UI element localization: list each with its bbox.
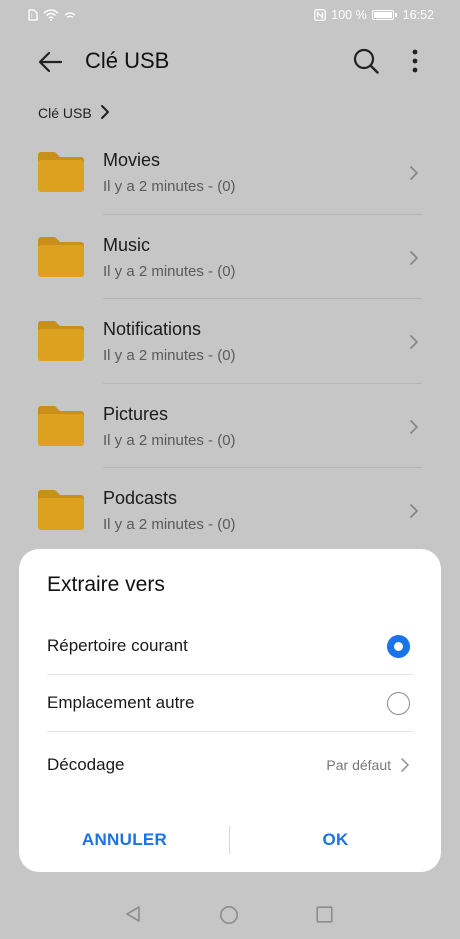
file-meta: Il y a 2 minutes - (0)	[103, 178, 236, 195]
battery-percent: 100 %	[331, 8, 367, 22]
nfc-icon	[314, 9, 327, 21]
back-arrow-icon[interactable]	[36, 48, 64, 76]
chevron-right-icon	[100, 104, 110, 123]
status-left: !	[28, 9, 76, 21]
file-name: Notifications	[103, 319, 202, 339]
option-label: Emplacement autre	[47, 693, 195, 712]
option-other-location[interactable]: Emplacement autre	[19, 676, 441, 733]
list-item[interactable]: Podcasts Il y a 2 minutes - (0)	[0, 468, 460, 553]
cancel-button[interactable]: ANNULER	[19, 821, 230, 859]
chevron-right-icon	[408, 164, 420, 182]
file-meta: Il y a 2 minutes - (0)	[103, 347, 236, 364]
more-vert-icon[interactable]	[404, 47, 426, 75]
list-item[interactable]: Music Il y a 2 minutes - (0)	[0, 215, 460, 299]
dialog-title: Extraire vers	[47, 573, 165, 596]
folder-icon	[36, 236, 86, 278]
decoding-label: Décodage	[47, 755, 125, 774]
chevron-right-icon	[408, 249, 420, 267]
file-name: Music	[103, 234, 151, 255]
sim-icon: !	[28, 9, 38, 21]
chevron-right-icon	[408, 502, 420, 520]
decoding-value: Par défaut	[326, 757, 391, 773]
option-label: Répertoire courant	[47, 636, 188, 655]
nav-recents-icon[interactable]	[316, 906, 333, 923]
option-current-directory[interactable]: Répertoire courant	[19, 619, 441, 676]
radio-button[interactable]	[387, 692, 410, 715]
folder-icon	[36, 320, 86, 362]
chevron-right-icon	[408, 418, 420, 436]
decoding-row[interactable]: Décodage Par défaut	[19, 738, 441, 795]
breadcrumb[interactable]: Clé USB	[38, 102, 110, 124]
list-item[interactable]: Notifications Il y a 2 minutes - (0)	[0, 299, 460, 384]
ok-button[interactable]: OK	[230, 821, 441, 859]
folder-icon	[36, 489, 86, 531]
svg-text:!: !	[31, 14, 33, 20]
file-name: Podcasts	[103, 488, 178, 508]
chevron-right-icon	[400, 756, 410, 774]
nav-back-icon[interactable]	[124, 905, 142, 923]
battery-icon	[371, 10, 397, 20]
chevron-right-icon	[408, 333, 420, 351]
divider	[47, 674, 413, 675]
file-meta: Il y a 2 minutes - (0)	[103, 431, 236, 449]
search-icon[interactable]	[352, 47, 380, 75]
app-bar: Clé USB	[0, 30, 460, 94]
navigation-bar	[0, 885, 460, 939]
file-name: Movies	[103, 150, 161, 170]
file-meta: Il y a 2 minutes - (0)	[103, 516, 236, 533]
signal-icon	[64, 10, 76, 20]
extract-dialog: Extraire vers Répertoire courant Emplace…	[19, 549, 441, 872]
list-item[interactable]: Movies Il y a 2 minutes - (0)	[0, 130, 460, 215]
file-name: Pictures	[103, 403, 169, 424]
wifi-icon	[43, 9, 59, 21]
folder-icon	[36, 151, 86, 193]
breadcrumb-item-usb[interactable]: Clé USB	[38, 105, 92, 121]
radio-button-selected[interactable]	[387, 635, 410, 658]
file-list: Movies Il y a 2 minutes - (0) Music Il y…	[0, 130, 460, 553]
file-meta: Il y a 2 minutes - (0)	[103, 262, 236, 280]
divider	[47, 731, 413, 732]
status-bar: ! 100 % 16:52	[0, 0, 460, 30]
nav-home-icon[interactable]	[219, 905, 239, 925]
folder-icon	[36, 405, 86, 447]
page-title: Clé USB	[85, 48, 170, 73]
clock: 16:52	[402, 8, 434, 22]
list-item[interactable]: Pictures Il y a 2 minutes - (0)	[0, 384, 460, 468]
status-right: 100 % 16:52	[314, 8, 434, 22]
